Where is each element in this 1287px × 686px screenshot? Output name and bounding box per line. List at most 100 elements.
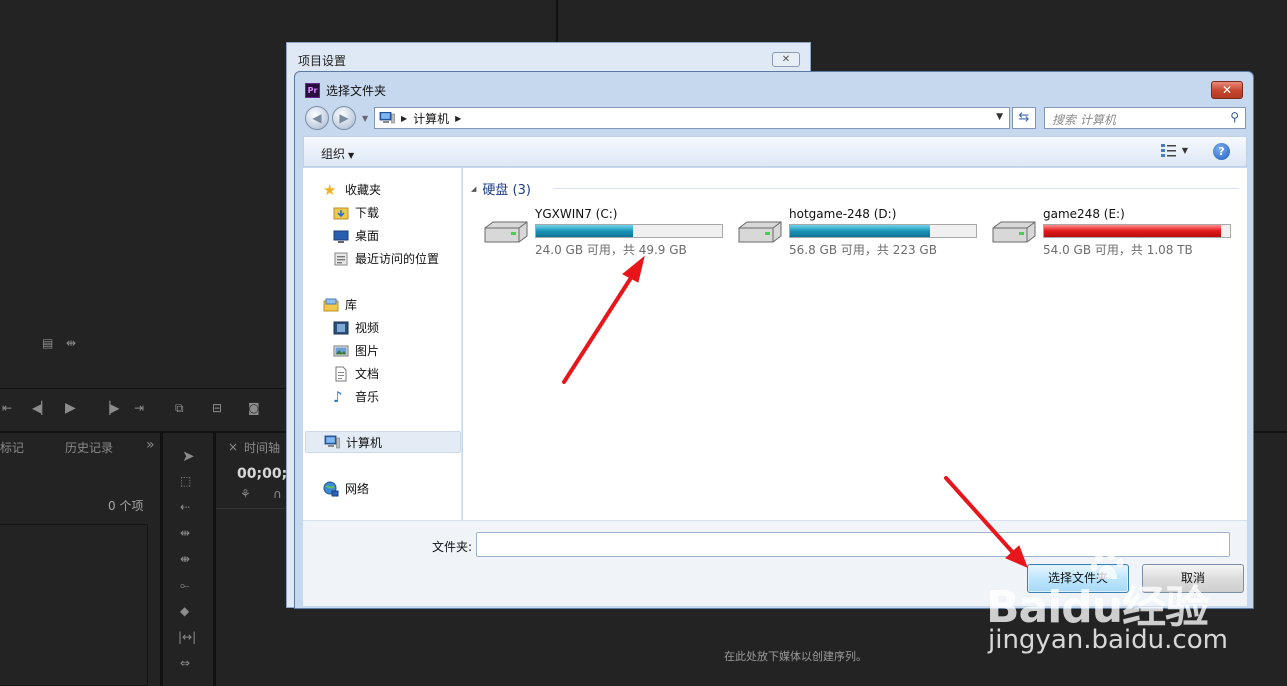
project-list-area bbox=[0, 524, 148, 686]
select-folder-button[interactable]: 选择文件夹 bbox=[1027, 564, 1129, 593]
next-frame-icon[interactable]: ▕▶ bbox=[101, 401, 119, 415]
nav-music[interactable]: ♪ 音乐 bbox=[333, 388, 379, 405]
forward-button[interactable]: ▶ bbox=[332, 106, 356, 130]
panel-menu-icon[interactable]: » bbox=[146, 437, 155, 453]
tab-markers[interactable]: 标记 bbox=[0, 439, 24, 456]
drop-hint: 在此处放下媒体以创建序列。 bbox=[724, 650, 867, 663]
timecode[interactable]: 00;00; bbox=[237, 466, 287, 482]
ripple-edit-icon[interactable]: ⇠ bbox=[180, 500, 190, 514]
dialog-footer: 文件夹: 选择文件夹 取消 bbox=[303, 520, 1247, 606]
videos-icon bbox=[333, 321, 349, 334]
rolling-edit-icon[interactable]: ⇹ bbox=[180, 526, 190, 540]
chevron-down-icon: ▼ bbox=[348, 151, 355, 160]
slip-icon[interactable]: ◆ bbox=[180, 604, 189, 618]
tab-timeline[interactable]: 时间轴 bbox=[244, 439, 280, 456]
prev-frame-icon[interactable]: ◀▏ bbox=[32, 401, 50, 415]
nav-pictures[interactable]: 图片 bbox=[333, 342, 379, 359]
razor-icon[interactable]: ⟜ bbox=[180, 578, 190, 593]
address-dropdown-icon[interactable]: ▼ bbox=[996, 112, 1003, 122]
file-list: ◢ 硬盘 (3) YGXWIN7 (C:) 24.0 GB 可用，共 49.9 … bbox=[463, 168, 1247, 520]
cancel-button[interactable]: 取消 bbox=[1142, 564, 1244, 593]
desktop-icon bbox=[333, 230, 349, 243]
items-count: 0 个项 bbox=[108, 499, 144, 513]
play-icon[interactable]: ▶ bbox=[65, 400, 76, 416]
documents-icon bbox=[335, 366, 347, 381]
camera-icon[interactable]: ◙ bbox=[248, 401, 260, 415]
help-button[interactable]: ? bbox=[1213, 143, 1230, 160]
trim-icon[interactable]: ⇹ bbox=[66, 336, 76, 350]
slide-icon[interactable]: |↔| bbox=[178, 630, 196, 644]
track-select-icon[interactable]: ⬚ bbox=[180, 474, 191, 488]
hard-drive-icon bbox=[992, 221, 1036, 243]
view-options-icon[interactable] bbox=[1160, 143, 1178, 159]
drive-d[interactable]: hotgame-248 (D:) 56.8 GB 可用，共 223 GB bbox=[727, 206, 977, 257]
pen-icon[interactable]: ⇔ bbox=[180, 656, 190, 670]
computer-icon bbox=[379, 112, 395, 124]
search-placeholder: 搜索 计算机 bbox=[1052, 113, 1116, 127]
dialog-close-button[interactable]: ✕ bbox=[1211, 81, 1243, 99]
drive-e[interactable]: game248 (E:) 54.0 GB 可用，共 1.08 TB bbox=[981, 206, 1231, 257]
nav-desktop[interactable]: 桌面 bbox=[333, 227, 379, 244]
recent-pages-icon[interactable]: ▼ bbox=[362, 114, 368, 123]
timeline-close-icon[interactable]: × bbox=[228, 440, 238, 454]
group-divider bbox=[553, 188, 1239, 189]
network-icon bbox=[323, 481, 339, 496]
collapse-triangle-icon[interactable]: ◢ bbox=[471, 185, 476, 193]
refresh-button[interactable]: ⇆ bbox=[1012, 107, 1036, 129]
nav-computer[interactable]: 计算机 bbox=[305, 431, 461, 453]
nav-network[interactable]: 网络 bbox=[323, 480, 369, 497]
nav-libraries-label: 库 bbox=[345, 298, 358, 312]
address-bar[interactable]: ▶ 计算机 ▶ ▼ bbox=[374, 107, 1010, 129]
nav-recent-label: 最近访问的位置 bbox=[355, 252, 440, 266]
premiere-app-icon: Pr bbox=[305, 82, 320, 98]
nav-network-label: 网络 bbox=[345, 482, 370, 496]
drive-usage-bar bbox=[789, 224, 977, 238]
nav-libraries[interactable]: 库 bbox=[323, 296, 357, 313]
rate-stretch-icon[interactable]: ⇼ bbox=[180, 552, 190, 566]
drive-free-space: 56.8 GB 可用，共 223 GB bbox=[789, 243, 937, 257]
back-button[interactable]: ◀ bbox=[305, 106, 329, 130]
breadcrumb-chevron-icon[interactable]: ▶ bbox=[455, 114, 461, 123]
command-bar: 组织 ▼ ▼ ? bbox=[303, 136, 1247, 167]
libraries-icon bbox=[323, 298, 339, 311]
nav-documents[interactable]: 文档 bbox=[333, 365, 379, 382]
insert-icon[interactable]: ⧉ bbox=[175, 401, 184, 416]
organize-button[interactable]: 组织 ▼ bbox=[321, 145, 354, 162]
project-settings-close-button[interactable]: ✕ bbox=[772, 52, 800, 67]
step-back-icon[interactable]: ⇤ bbox=[2, 401, 12, 415]
folder-input[interactable] bbox=[476, 532, 1230, 557]
hard-drive-icon bbox=[484, 221, 528, 243]
nav-favorites[interactable]: ★ 收藏夹 bbox=[323, 181, 381, 198]
panel-divider bbox=[0, 431, 286, 433]
overwrite-icon[interactable]: ⊟ bbox=[212, 401, 222, 415]
star-icon: ★ bbox=[323, 180, 337, 199]
search-icon[interactable]: ⚲ bbox=[1230, 110, 1239, 124]
nav-downloads[interactable]: 下载 bbox=[333, 204, 379, 221]
nav-videos[interactable]: 视频 bbox=[333, 319, 379, 336]
group-header-label: 硬盘 (3) bbox=[482, 183, 531, 198]
step-forward-icon[interactable]: ⇥ bbox=[134, 401, 144, 415]
panel-divider bbox=[0, 388, 286, 389]
navigation-pane: ★ 收藏夹 下载 桌面 最近访问的位置 库 视频 图片 文档 ♪ 音乐 计算机 … bbox=[303, 168, 462, 520]
hard-drives-group-header[interactable]: ◢ 硬盘 (3) bbox=[471, 179, 531, 198]
drive-name: game248 (E:) bbox=[1043, 207, 1125, 221]
navigation-bar: ◀ ▶ ▼ ▶ 计算机 ▶ ▼ ⇆ 搜索 计算机 ⚲ bbox=[303, 105, 1247, 131]
view-dropdown-icon[interactable]: ▼ bbox=[1182, 146, 1188, 155]
tab-history[interactable]: 历史记录 bbox=[65, 439, 113, 456]
nav-favorites-label: 收藏夹 bbox=[345, 183, 382, 197]
selection-tool-icon[interactable]: ➤ bbox=[182, 447, 195, 465]
search-input[interactable]: 搜索 计算机 ⚲ bbox=[1044, 107, 1246, 129]
nav-recent-places[interactable]: 最近访问的位置 bbox=[333, 250, 439, 267]
drive-c[interactable]: YGXWIN7 (C:) 24.0 GB 可用，共 49.9 GB bbox=[473, 206, 723, 257]
drive-name: hotgame-248 (D:) bbox=[789, 207, 897, 221]
recent-places-icon bbox=[334, 252, 348, 265]
breadcrumb-separator-icon[interactable]: ▶ bbox=[401, 114, 407, 123]
link-icon[interactable]: ∩ bbox=[273, 487, 282, 501]
organize-label: 组织 bbox=[321, 147, 346, 161]
music-icon: ♪ bbox=[333, 387, 343, 406]
breadcrumb-computer[interactable]: 计算机 bbox=[413, 110, 449, 127]
marker-icon[interactable]: ▤ bbox=[42, 336, 53, 350]
snap-icon[interactable]: ⚘ bbox=[240, 487, 251, 501]
drive-free-space: 54.0 GB 可用，共 1.08 TB bbox=[1043, 243, 1193, 257]
nav-videos-label: 视频 bbox=[355, 321, 380, 335]
